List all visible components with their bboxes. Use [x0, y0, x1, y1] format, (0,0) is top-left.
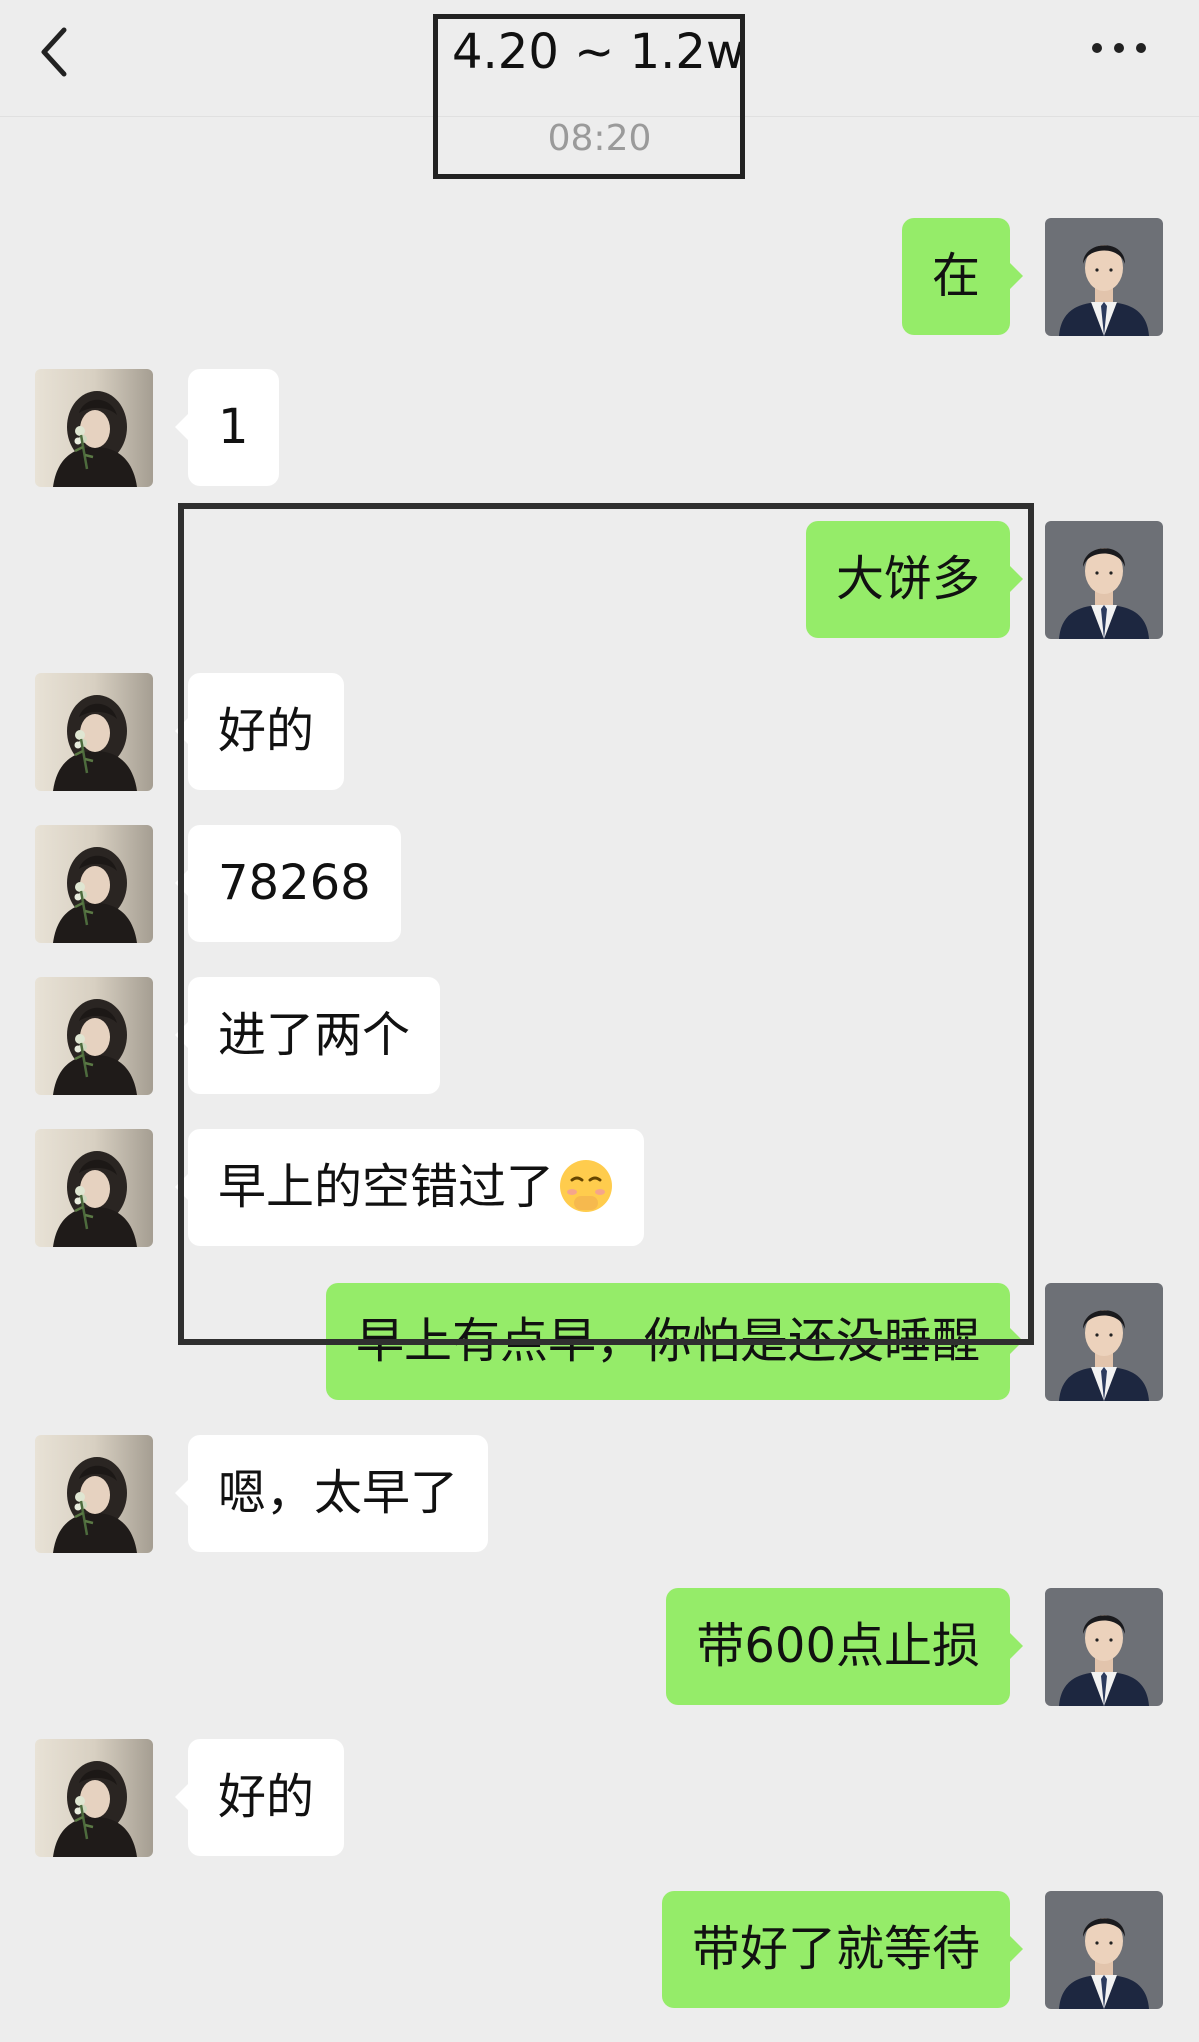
contact-avatar[interactable]: [35, 673, 153, 791]
message-text: 带好了就等待: [691, 1921, 980, 1977]
more-horizontal-icon[interactable]: [1088, 28, 1150, 68]
message-text: 带600点止损: [696, 1618, 980, 1674]
message-text: 在: [931, 248, 980, 304]
message-text: 好的: [218, 1769, 315, 1825]
annotation-box-title: [433, 14, 745, 179]
my-avatar[interactable]: [1045, 521, 1163, 639]
contact-avatar[interactable]: [35, 1739, 153, 1857]
annotation-box-messages: [178, 503, 1034, 1345]
incoming-message-bubble[interactable]: 嗯，太早了: [174, 1435, 489, 1552]
contact-avatar[interactable]: [35, 977, 153, 1095]
incoming-message-bubble[interactable]: 1: [175, 369, 279, 486]
incoming-message-bubble[interactable]: 好的: [174, 1739, 345, 1856]
outgoing-message-bubble[interactable]: 带好了就等待: [661, 1891, 1024, 2008]
outgoing-message-bubble[interactable]: 在: [901, 218, 1024, 335]
contact-avatar[interactable]: [35, 369, 153, 487]
my-avatar[interactable]: [1045, 1588, 1163, 1706]
contact-avatar[interactable]: [35, 1129, 153, 1247]
message-text: 嗯，太早了: [218, 1465, 459, 1521]
message-text: 1: [218, 399, 249, 455]
my-avatar[interactable]: [1045, 218, 1163, 336]
my-avatar[interactable]: [1045, 1283, 1163, 1401]
chevron-left-icon[interactable]: [30, 22, 80, 82]
my-avatar[interactable]: [1045, 1891, 1163, 2009]
contact-avatar[interactable]: [35, 825, 153, 943]
contact-avatar[interactable]: [35, 1435, 153, 1553]
outgoing-message-bubble[interactable]: 带600点止损: [666, 1588, 1023, 1705]
